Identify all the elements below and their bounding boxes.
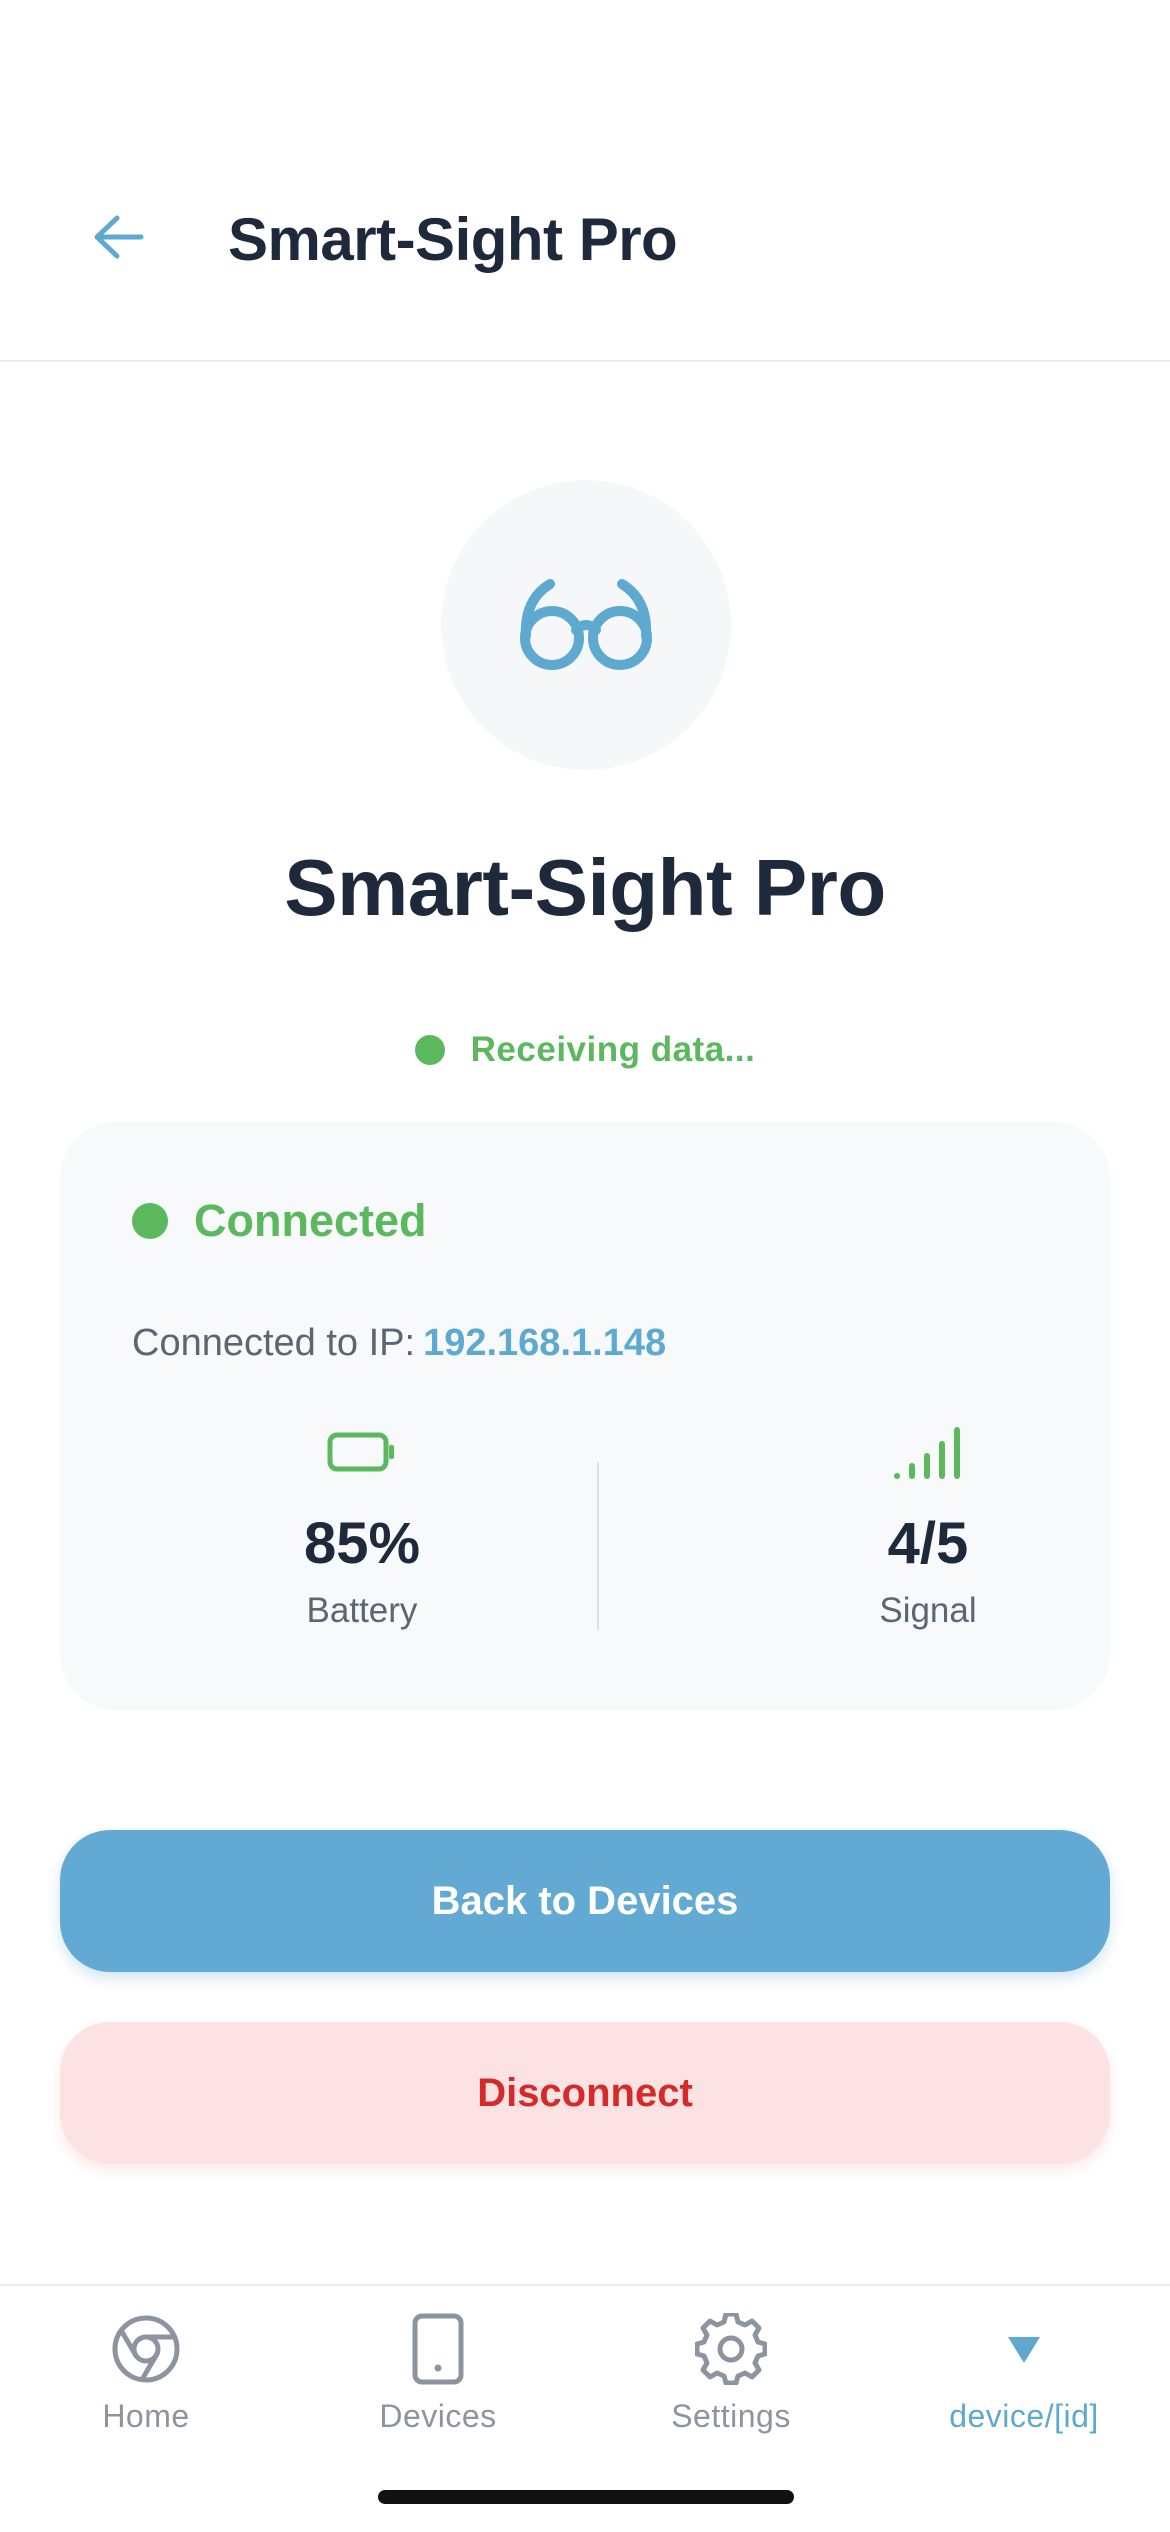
data-status: Receiving data... xyxy=(0,1030,1170,1070)
tab-devices[interactable]: Devices xyxy=(292,2310,584,2440)
glasses-icon xyxy=(520,579,652,670)
battery-stat: 85% Battery xyxy=(152,1412,572,1631)
device-detail-screen: Smart-Sight Pro Smart-Sight Pro Receivin… xyxy=(0,0,1170,2532)
battery-icon xyxy=(327,1432,394,1472)
tab-home[interactable]: Home xyxy=(0,2310,292,2440)
back-button[interactable] xyxy=(82,200,156,274)
battery-value: 85% xyxy=(303,1511,421,1576)
data-status-text: Receiving data... xyxy=(470,1030,756,1069)
battery-label: Battery xyxy=(306,1591,418,1630)
ip-label: Connected to IP: xyxy=(132,1322,416,1364)
tab-device-id-label: device/[id] xyxy=(949,2398,1099,2434)
tab-settings[interactable]: Settings xyxy=(585,2310,877,2440)
tab-home-label: Home xyxy=(102,2398,190,2434)
chrome-icon xyxy=(112,2315,180,2383)
phone-icon xyxy=(412,2313,464,2385)
arrow-left-icon xyxy=(94,215,144,259)
tab-settings-label: Settings xyxy=(671,2398,791,2434)
signal-label: Signal xyxy=(879,1591,977,1630)
connection-status-text: Connected xyxy=(194,1195,427,1246)
home-indicator[interactable] xyxy=(378,2490,794,2504)
page-title: Smart-Sight Pro xyxy=(228,206,678,273)
status-dot-icon xyxy=(414,1035,445,1065)
connection-card: Connected Connected to IP: 192.168.1.148 … xyxy=(60,1122,1110,1710)
signal-value: 4/5 xyxy=(887,1511,969,1576)
back-to-devices-button[interactable]: Back to Devices xyxy=(60,1830,1110,1972)
tab-device-id[interactable]: device/[id] xyxy=(878,2310,1170,2440)
triangle-down-icon xyxy=(1008,2337,1040,2363)
header: Smart-Sight Pro xyxy=(0,0,1170,362)
gear-icon xyxy=(695,2313,767,2385)
disconnect-button[interactable]: Disconnect xyxy=(60,2022,1110,2164)
connected-dot-icon xyxy=(132,1203,168,1239)
stat-divider xyxy=(597,1462,599,1630)
connection-status: Connected xyxy=(132,1195,427,1247)
tab-devices-label: Devices xyxy=(379,2398,497,2434)
device-name: Smart-Sight Pro xyxy=(284,843,886,932)
signal-bars-icon xyxy=(894,1427,960,1479)
signal-stat: 4/5 Signal xyxy=(718,1412,1138,1631)
device-avatar xyxy=(441,480,731,770)
ip-value: 192.168.1.148 xyxy=(423,1322,667,1364)
ip-row: Connected to IP: 192.168.1.148 xyxy=(132,1322,666,1365)
